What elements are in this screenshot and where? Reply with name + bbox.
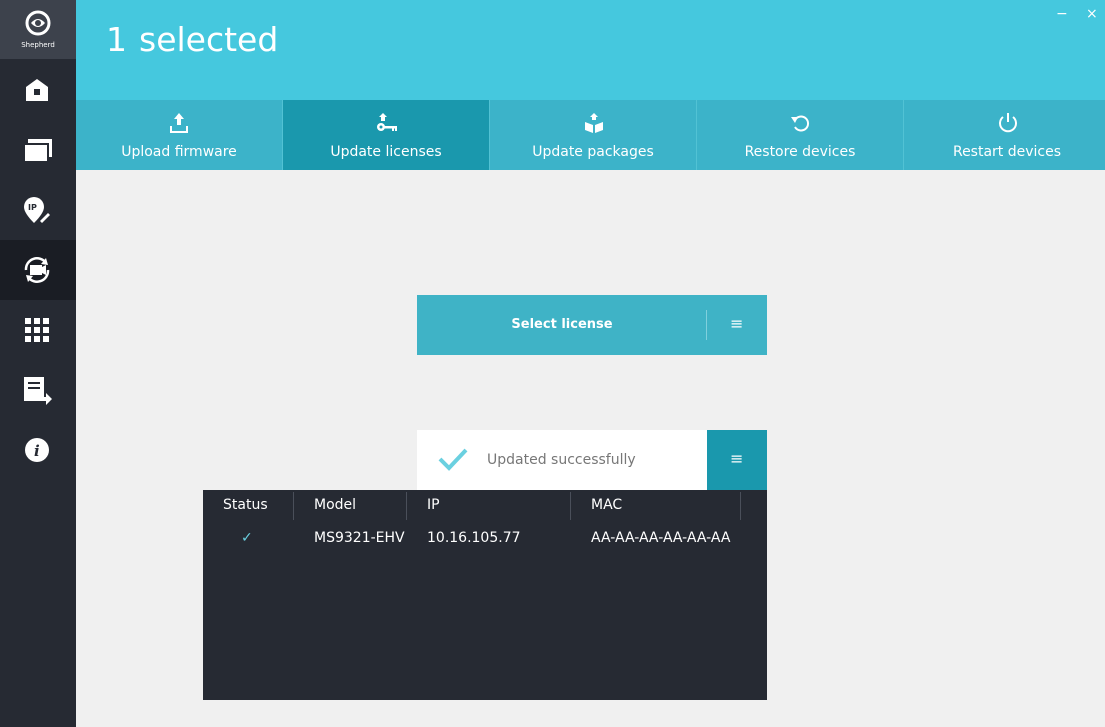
license-menu-icon[interactable]: ≡ bbox=[730, 314, 743, 333]
action-toolbar: Upload firmware Update licenses Update p… bbox=[76, 100, 1105, 170]
package-icon bbox=[585, 113, 603, 133]
app-logo: Shepherd bbox=[0, 0, 76, 59]
ip-icon: IP bbox=[24, 197, 50, 223]
row-status-check-icon: ✓ bbox=[241, 530, 253, 546]
sidebar-item-home[interactable] bbox=[0, 60, 76, 120]
tab-label: Upload firmware bbox=[121, 144, 237, 160]
svg-text:i: i bbox=[34, 442, 40, 460]
selected-count: 1 bbox=[106, 20, 127, 59]
sidebar-item-sync[interactable] bbox=[0, 240, 76, 300]
sidebar-item-devices[interactable] bbox=[0, 120, 76, 180]
upload-icon bbox=[170, 113, 188, 133]
header: 1 selected − × bbox=[76, 0, 1105, 100]
restore-icon bbox=[791, 115, 809, 132]
tab-restart-devices[interactable]: Restart devices bbox=[904, 100, 1105, 170]
row-model: MS9321-EHV bbox=[314, 530, 405, 546]
devices-icon bbox=[23, 139, 52, 163]
sidebar: Shepherd IP i bbox=[0, 0, 76, 727]
row-ip: 10.16.105.77 bbox=[427, 530, 521, 546]
sidebar-item-ip[interactable]: IP bbox=[0, 180, 76, 240]
select-license-button[interactable]: Select license bbox=[417, 317, 707, 332]
status-menu-button[interactable]: ≡ bbox=[707, 430, 767, 490]
column-divider bbox=[293, 492, 294, 520]
tab-update-licenses[interactable]: Update licenses bbox=[283, 100, 490, 170]
shepherd-logo-icon bbox=[25, 10, 51, 36]
checkmark-icon bbox=[438, 448, 468, 471]
column-header-status[interactable]: Status bbox=[223, 490, 268, 520]
status-menu-icon: ≡ bbox=[730, 449, 744, 468]
row-mac: AA-AA-AA-AA-AA-AA bbox=[591, 530, 731, 546]
divider bbox=[706, 310, 707, 340]
tab-label: Restart devices bbox=[952, 144, 1062, 160]
column-header-mac[interactable]: MAC bbox=[591, 490, 622, 520]
logo-text: Shepherd bbox=[21, 41, 55, 49]
close-button[interactable]: × bbox=[1086, 6, 1098, 22]
column-header-model[interactable]: Model bbox=[314, 490, 356, 520]
power-icon bbox=[999, 113, 1017, 133]
grid-icon bbox=[25, 318, 49, 342]
column-divider bbox=[740, 492, 741, 520]
minimize-button[interactable]: − bbox=[1056, 6, 1068, 22]
info-icon: i bbox=[25, 438, 49, 462]
selected-label: selected bbox=[139, 20, 279, 59]
column-divider bbox=[406, 492, 407, 520]
status-message-box: Updated successfully bbox=[417, 430, 707, 490]
tab-label: Restore devices bbox=[744, 144, 856, 160]
column-header-ip[interactable]: IP bbox=[427, 490, 440, 520]
results-table: Status Model IP MAC ✓ MS9321-EHV 10.16.1… bbox=[203, 490, 767, 700]
tab-upload-firmware[interactable]: Upload firmware bbox=[76, 100, 283, 170]
home-icon bbox=[26, 79, 48, 101]
tab-restore-devices[interactable]: Restore devices bbox=[697, 100, 904, 170]
key-icon bbox=[377, 113, 397, 131]
sync-camera-icon bbox=[24, 257, 50, 283]
sidebar-item-export[interactable] bbox=[0, 360, 76, 420]
sidebar-item-grid[interactable] bbox=[0, 300, 76, 360]
tab-update-packages[interactable]: Update packages bbox=[490, 100, 697, 170]
tab-label: Update licenses bbox=[330, 144, 442, 160]
svg-text:IP: IP bbox=[28, 203, 37, 212]
select-license-panel: Select license ≡ bbox=[417, 295, 767, 355]
export-doc-icon bbox=[24, 377, 52, 405]
tab-label: Update packages bbox=[532, 144, 654, 160]
page-title: 1 selected bbox=[106, 20, 278, 59]
status-message: Updated successfully bbox=[487, 452, 636, 468]
sidebar-item-info[interactable]: i bbox=[0, 420, 76, 480]
status-panel: Updated successfully ≡ bbox=[417, 430, 767, 490]
column-divider bbox=[570, 492, 571, 520]
